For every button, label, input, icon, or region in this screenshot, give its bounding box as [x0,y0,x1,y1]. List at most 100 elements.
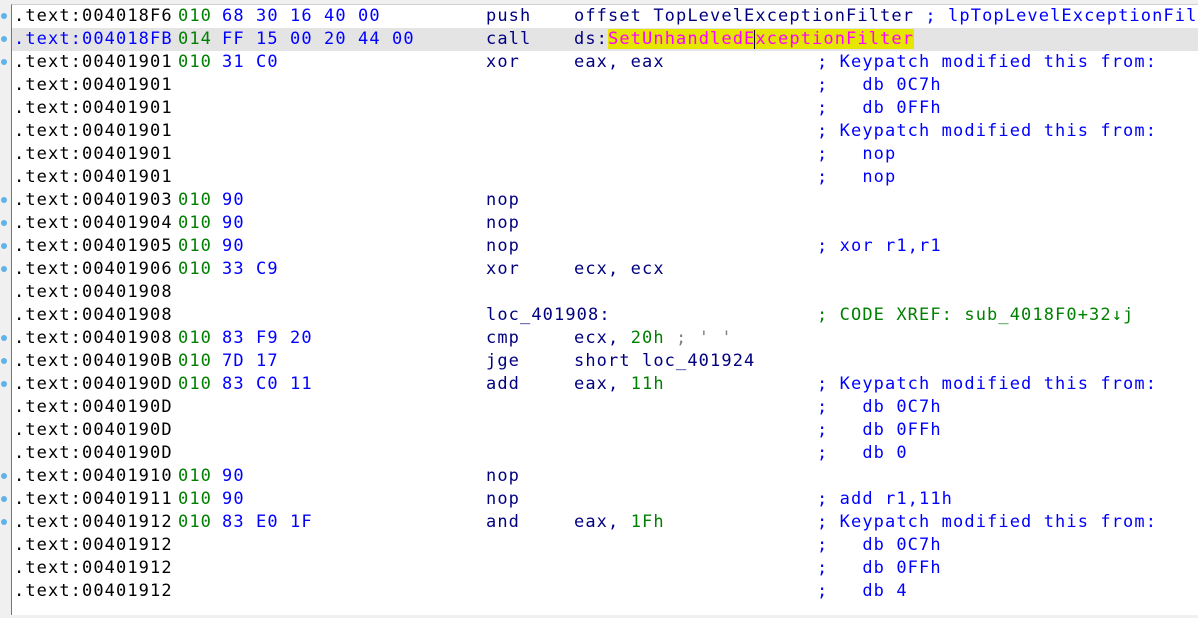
disassembly-line[interactable]: .text:00401901 ; nop [12,143,1198,166]
disassembly-line[interactable]: .text:004018FB 014 FF 15 00 20 44 00 call ds… [12,28,1198,51]
disassembly-line[interactable]: .text:00401906 010 33 C9 xor ecx, ecx [12,258,1198,281]
disassembly-line[interactable]: .text:00401908 loc_401908: ; CODE XREF: su… [12,304,1198,327]
mnemonic[interactable]: nop [486,235,520,258]
mnemonic[interactable]: and [486,511,520,534]
xref-comment[interactable]: ; CODE XREF: sub_4018F0+32↓j [817,304,1134,327]
line-address[interactable]: .text:0040190D [14,373,173,396]
breakpoint-dot-icon[interactable] [1,197,7,203]
operands[interactable]: eax, 11h [574,373,665,396]
operand-token[interactable]: ; lpTopLevelExceptionFilter [925,6,1198,26]
disassembly-line[interactable]: .text:00401908 010 83 F9 20 cmp ecx, 20h ; '… [12,327,1198,350]
operand-token[interactable]: 20h [631,328,665,348]
disassembly-view[interactable]: .text:004018F6 010 68 30 16 40 00 push offse… [11,4,1198,615]
breakpoint-dot-icon[interactable] [1,381,7,387]
operand-token[interactable]: ecx, [574,328,631,348]
line-address[interactable]: .text:00401910 [14,465,173,488]
operands[interactable]: ds:SetUnhandledExceptionFilter [574,28,915,51]
breakpoint-dot-icon[interactable] [1,519,7,525]
disassembly-line[interactable]: .text:00401912 010 83 E0 1F and eax, 1Fh ; Ke… [12,511,1198,534]
code-label[interactable]: loc_401908: [486,304,611,327]
mnemonic[interactable]: push [486,5,531,28]
breakpoint-dot-icon[interactable] [1,496,7,502]
operand-token[interactable]: ds: [574,29,608,49]
mnemonic[interactable]: xor [486,258,520,281]
highlighted-identifier[interactable]: SetUnhandledE [608,29,756,49]
disassembly-line[interactable]: .text:0040190D 010 83 C0 11 add eax, 11h ; Ke… [12,373,1198,396]
disassembly-line[interactable]: .text:0040190D ; db 0C7h [12,396,1198,419]
operand-token[interactable]: offset TopLevelExceptionFilter [574,6,925,26]
mnemonic[interactable]: nop [486,212,520,235]
breakpoint-gutter[interactable] [0,0,11,618]
mnemonic[interactable]: cmp [486,327,520,350]
mnemonic[interactable]: nop [486,488,520,511]
disassembly-line[interactable]: .text:00401901 010 31 C0 xor eax, eax ; Keypa… [12,51,1198,74]
operand-token[interactable]: short loc_401924 [574,351,755,371]
line-address[interactable]: .text:00401901 [14,166,173,189]
breakpoint-dot-icon[interactable] [1,13,7,19]
line-address[interactable]: .text:004018FB [14,28,173,51]
breakpoint-dot-icon[interactable] [1,59,7,65]
line-address[interactable]: .text:00401901 [14,97,173,120]
operand-token[interactable]: eax, [574,512,631,532]
disassembly-line[interactable]: .text:00401905 010 90 nop ; xor r1,r1 [12,235,1198,258]
line-address[interactable]: .text:00401905 [14,235,173,258]
line-address[interactable]: .text:00401908 [14,327,173,350]
line-address[interactable]: .text:00401904 [14,212,173,235]
breakpoint-dot-icon[interactable] [1,243,7,249]
breakpoint-dot-icon[interactable] [1,266,7,272]
breakpoint-dot-icon[interactable] [1,36,7,42]
operands[interactable]: offset TopLevelExceptionFilter ; lpTopLe… [574,5,1198,28]
line-address[interactable]: .text:00401912 [14,534,173,557]
line-address[interactable]: .text:00401912 [14,557,173,580]
line-address[interactable]: .text:00401901 [14,120,173,143]
disassembly-line[interactable]: .text:00401901 ; db 0C7h [12,74,1198,97]
operands[interactable]: ecx, ecx [574,258,665,281]
line-address[interactable]: .text:0040190B [14,350,173,373]
disassembly-line[interactable]: .text:004018F6 010 68 30 16 40 00 push offse… [12,5,1198,28]
disassembly-line[interactable]: .text:00401912 ; db 0FFh [12,557,1198,580]
operands[interactable]: ecx, 20h ; ' ' [574,327,733,350]
line-address[interactable]: .text:00401903 [14,189,173,212]
disassembly-line[interactable]: .text:00401901 ; nop [12,166,1198,189]
disassembly-line[interactable]: .text:00401910 010 90 nop [12,465,1198,488]
operands[interactable]: eax, 1Fh [574,511,665,534]
line-address[interactable]: .text:0040190D [14,396,173,419]
breakpoint-dot-icon[interactable] [1,473,7,479]
operands[interactable]: short loc_401924 [574,350,755,373]
line-address[interactable]: .text:00401908 [14,304,173,327]
breakpoint-dot-icon[interactable] [1,358,7,364]
disassembly-line[interactable]: .text:0040190B 010 7D 17 jge short loc_40192… [12,350,1198,373]
disassembly-line[interactable]: .text:0040190D ; db 0 [12,442,1198,465]
line-address[interactable]: .text:00401901 [14,51,173,74]
mnemonic[interactable]: nop [486,189,520,212]
disassembly-line[interactable]: .text:00401904 010 90 nop [12,212,1198,235]
operand-token[interactable]: eax, [574,374,631,394]
line-address[interactable]: .text:004018F6 [14,5,173,28]
line-address[interactable]: .text:00401906 [14,258,173,281]
operand-token[interactable]: eax, eax [574,52,665,72]
operand-token[interactable]: 11h [631,374,665,394]
mnemonic[interactable]: jge [486,350,520,373]
breakpoint-dot-icon[interactable] [1,335,7,341]
disassembly-line[interactable]: .text:00401903 010 90 nop [12,189,1198,212]
line-address[interactable]: .text:00401901 [14,143,173,166]
operand-token[interactable]: ; ' ' [665,328,733,348]
disassembly-line[interactable]: .text:00401901 ; Keypatch modified this f… [12,120,1198,143]
mnemonic[interactable]: call [486,28,531,51]
line-address[interactable]: .text:00401908 [14,281,173,304]
breakpoint-dot-icon[interactable] [1,220,7,226]
highlighted-identifier[interactable]: xceptionFilter [755,29,915,49]
mnemonic[interactable]: xor [486,51,520,74]
line-address[interactable]: .text:0040190D [14,419,173,442]
operands[interactable]: eax, eax [574,51,665,74]
disassembly-line[interactable]: .text:0040190D ; db 0FFh [12,419,1198,442]
disassembly-line[interactable]: .text:00401911 010 90 nop ; add r1,11h [12,488,1198,511]
line-address[interactable]: .text:00401901 [14,74,173,97]
disassembly-line[interactable]: .text:00401901 ; db 0FFh [12,97,1198,120]
operand-token[interactable]: ecx, ecx [574,259,665,279]
line-address[interactable]: .text:00401911 [14,488,173,511]
operand-token[interactable]: 1Fh [631,512,665,532]
line-address[interactable]: .text:00401912 [14,580,173,603]
mnemonic[interactable]: add [486,373,520,396]
disassembly-line[interactable]: .text:00401912 ; db 4 [12,580,1198,603]
